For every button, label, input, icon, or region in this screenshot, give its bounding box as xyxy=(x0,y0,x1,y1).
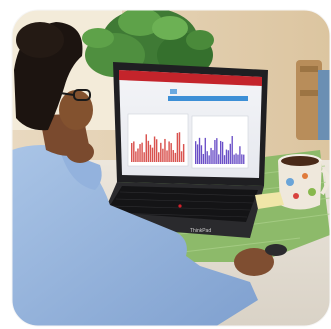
screen-chart-bar xyxy=(147,140,150,162)
screen-chart-bar xyxy=(143,152,145,162)
screen-chart-bar xyxy=(210,147,212,164)
screen-chart-bar xyxy=(176,132,179,162)
screen-chart-bar xyxy=(223,155,226,164)
screen-chart-bar xyxy=(202,153,205,164)
screen-chart-bar xyxy=(233,154,235,164)
screen-chart-bar xyxy=(153,136,156,162)
screen-chart-bar xyxy=(135,151,137,162)
face xyxy=(59,90,93,130)
screen-chart-bar xyxy=(239,146,241,164)
screen-chart-bar xyxy=(151,147,154,162)
screen-chart-bar xyxy=(218,154,220,164)
screen-chart-bar xyxy=(170,143,172,162)
screen-chart-bar xyxy=(162,148,164,162)
trackpoint xyxy=(178,204,182,208)
screen-chart-bar xyxy=(214,139,216,164)
screen-chart-bar xyxy=(204,137,206,164)
screen-chart-bar xyxy=(180,151,183,162)
screen-chart-bar xyxy=(168,141,170,162)
screen-chart-bar xyxy=(141,142,143,162)
screen-chart-bar xyxy=(241,154,243,164)
screen-chart-bar xyxy=(195,141,197,164)
screen-chart-bar xyxy=(160,142,162,162)
screen-chart-bar xyxy=(220,140,222,164)
screen-chart-bar xyxy=(196,144,199,164)
screen-chart-bar xyxy=(131,143,133,162)
screen-chart-bar xyxy=(164,138,166,162)
books xyxy=(318,70,330,140)
screen-chart-bar xyxy=(235,153,237,164)
screen-chart-bar xyxy=(212,150,214,164)
screen-chart-bar xyxy=(231,136,233,164)
screen-chart-bar xyxy=(172,150,174,162)
screen-chart-bar xyxy=(139,144,141,162)
screen-chart-bar xyxy=(158,152,160,162)
screen-chart-bar xyxy=(149,144,152,162)
screen-chart-bar xyxy=(206,151,208,164)
screen-chart-bar xyxy=(166,150,168,162)
screen-toolbar xyxy=(168,96,248,101)
screen-chart-bar xyxy=(229,143,231,164)
screen-chart-bar xyxy=(216,138,218,164)
screen-chart-bar xyxy=(155,139,158,162)
screen-chart-bar xyxy=(243,154,245,164)
screen-chart-bar xyxy=(227,150,230,164)
screen-chart-bar xyxy=(182,144,185,162)
screen-chart-bar xyxy=(221,141,224,164)
computer-mouse xyxy=(265,244,287,256)
screen-chart-bar xyxy=(198,137,201,164)
laptop-brand-label: ThinkPad xyxy=(190,228,211,234)
screen-chart-bar xyxy=(133,141,135,162)
screen-chart-bar xyxy=(200,145,203,164)
screen-chart-bar xyxy=(178,132,181,162)
screen-chart-bar xyxy=(225,149,228,164)
screen-chart-bar xyxy=(174,152,177,162)
screen-chart-bar xyxy=(208,155,210,164)
photo-scene: ThinkPad xyxy=(11,9,331,327)
screen-chart-bar xyxy=(137,148,139,162)
screen-chart-bar xyxy=(145,134,147,162)
screen-chart-bar xyxy=(237,154,239,164)
